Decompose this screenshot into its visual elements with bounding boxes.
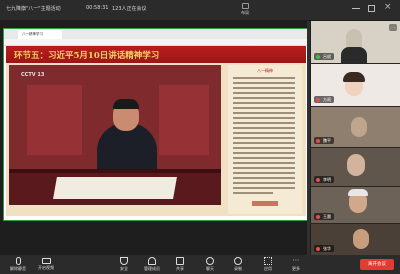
- manage-members-button[interactable]: 管理成员: [138, 256, 166, 273]
- chat-button[interactable]: 聊天: [196, 256, 224, 273]
- title-bar: 七九降旗"八一"主题活动 00:58:31 123人正在会议 布局 ×: [0, 0, 400, 20]
- unmute-label: 解除静音: [10, 266, 26, 271]
- backdrop-panel: [159, 85, 209, 155]
- close-icon[interactable]: ×: [384, 2, 392, 12]
- participant-name: 吕斌: [314, 53, 334, 60]
- shared-screen: 八一精神学习 环节五：习近平5月10日讲话精神学习 CCTV 13 八一精神: [3, 28, 309, 221]
- layout-label: 布局: [241, 10, 249, 15]
- apps-button[interactable]: 应用: [254, 256, 282, 273]
- more-icon[interactable]: ⋯: [389, 24, 397, 31]
- participant-hair: [343, 72, 365, 82]
- document-on-desk: [53, 177, 177, 199]
- participant-tile[interactable]: 李明: [311, 148, 400, 186]
- leave-meeting-button[interactable]: 离开会议: [360, 259, 394, 270]
- record-icon: [234, 257, 242, 265]
- participant-tile[interactable]: 吕斌 ⋯: [311, 21, 400, 63]
- record-button[interactable]: 录制: [224, 256, 252, 273]
- minimize-icon[interactable]: [352, 8, 360, 9]
- panel-title: 八一精神: [257, 68, 273, 73]
- desk-edge: [9, 169, 221, 173]
- participant-hair: [348, 189, 368, 196]
- security-icon: [120, 257, 128, 265]
- participant-count: 123人正在会议: [112, 6, 147, 12]
- video-label: 开启视频: [38, 265, 54, 270]
- cctv-logo: CCTV 13: [21, 72, 45, 78]
- mic-icon: [15, 257, 21, 265]
- backdrop-panel: [27, 85, 82, 155]
- meeting-title: 七九降旗"八一"主题活动: [6, 6, 61, 12]
- slide-banner: 环节五：习近平5月10日讲话精神学习: [6, 46, 306, 63]
- participant-tile[interactable]: 魏平: [311, 107, 400, 147]
- unmute-button[interactable]: 解除静音: [4, 256, 32, 273]
- chat-icon: [206, 257, 214, 265]
- speaker-hair: [113, 99, 139, 109]
- browser-tab-strip: 八一精神学习: [4, 29, 308, 39]
- security-label: 安全: [120, 266, 128, 271]
- participant-name: 李明: [314, 176, 334, 183]
- layout-icon: [241, 3, 249, 9]
- members-icon: [148, 257, 156, 265]
- record-label: 录制: [234, 266, 242, 271]
- browser-tab[interactable]: 八一精神学习: [18, 30, 62, 39]
- participant-video: [353, 229, 369, 249]
- apps-icon: [264, 257, 272, 265]
- address-bar[interactable]: [4, 39, 308, 46]
- participant-name: 方雨: [314, 96, 334, 103]
- members-label: 管理成员: [144, 266, 160, 271]
- window-icon[interactable]: [368, 5, 375, 12]
- slide: 环节五：习近平5月10日讲话精神学习 CCTV 13 八一精神: [6, 46, 306, 216]
- meeting-timer: 00:58:31: [86, 5, 109, 11]
- camera-icon: [41, 258, 51, 264]
- layout-button[interactable]: 布局: [230, 3, 260, 17]
- share-label: 共享: [176, 266, 184, 271]
- security-button[interactable]: 安全: [110, 256, 138, 273]
- participant-name: 魏平: [314, 137, 334, 144]
- apps-label: 应用: [264, 266, 272, 271]
- participant-name: 王晨: [314, 213, 334, 220]
- participant-tile[interactable]: 王晨: [311, 187, 400, 223]
- share-button[interactable]: 共享: [166, 256, 194, 273]
- more-icon: ⋯: [292, 256, 300, 264]
- participant-tile[interactable]: 方雨: [311, 64, 400, 106]
- share-icon: [176, 257, 184, 265]
- participant-video: [351, 117, 367, 137]
- chat-label: 聊天: [206, 266, 214, 271]
- panel-stamp: [252, 201, 278, 206]
- participant-name: 张华: [314, 245, 334, 252]
- slide-heading: 环节五：习近平5月10日讲话精神学习: [14, 51, 160, 61]
- participant-tile[interactable]: 张华: [311, 224, 400, 255]
- more-button[interactable]: ⋯ 更多: [282, 256, 310, 273]
- scrollbar[interactable]: [307, 21, 310, 255]
- more-label: 更多: [292, 266, 300, 271]
- text-panel: 八一精神: [228, 65, 302, 214]
- participant-video: [347, 154, 365, 176]
- embedded-video: CCTV 13: [9, 65, 221, 205]
- participant-body: [341, 47, 367, 63]
- video-button[interactable]: 开启视频: [32, 256, 60, 273]
